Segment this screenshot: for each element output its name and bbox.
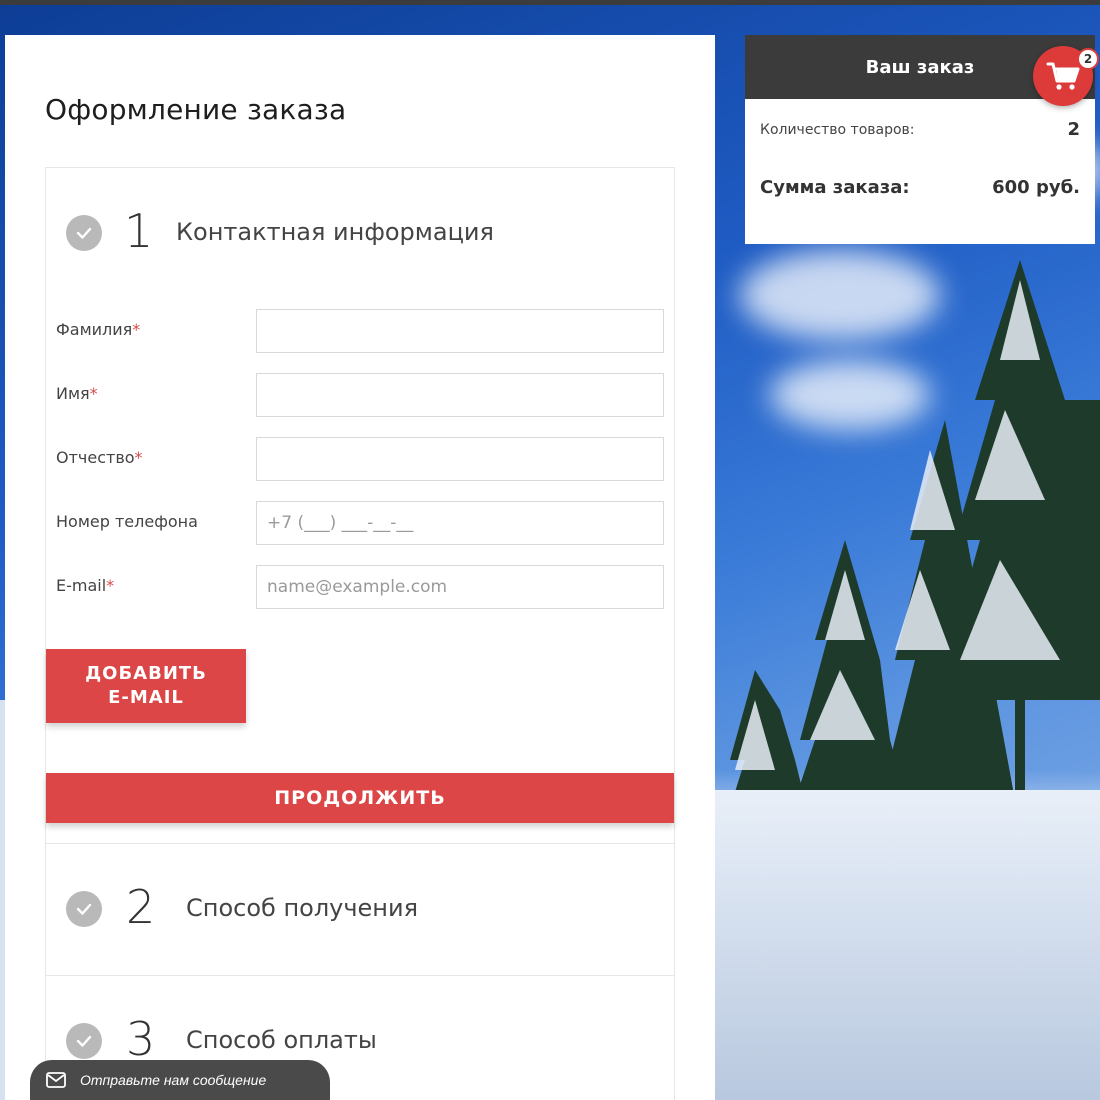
cart-icon bbox=[1046, 62, 1080, 90]
step-divider bbox=[46, 843, 674, 844]
add-email-button[interactable]: ДОБАВИТЬ E-MAIL bbox=[46, 649, 246, 723]
first-name-input[interactable] bbox=[256, 373, 664, 417]
order-sum-label: Сумма заказа: bbox=[760, 177, 910, 198]
envelope-icon bbox=[46, 1072, 66, 1088]
field-label: Номер телефона bbox=[56, 512, 198, 531]
cart-count-badge: 2 bbox=[1077, 48, 1099, 70]
top-bar bbox=[0, 0, 1100, 5]
background-snow-slope bbox=[715, 790, 1100, 1100]
continue-button[interactable]: ПРОДОЛЖИТЬ bbox=[46, 773, 674, 823]
order-qty-value: 2 bbox=[1067, 119, 1080, 140]
last-name-input[interactable] bbox=[256, 309, 664, 353]
step-title: Контактная информация bbox=[176, 218, 494, 246]
field-label: E-mail* bbox=[56, 576, 115, 595]
check-icon bbox=[66, 891, 102, 927]
phone-input[interactable] bbox=[256, 501, 664, 545]
field-label: Фамилия* bbox=[56, 320, 141, 339]
step-number: 3 bbox=[126, 1012, 156, 1066]
step-divider bbox=[46, 975, 674, 976]
check-icon bbox=[66, 1023, 102, 1059]
checkout-steps: 1 Контактная информация Фамилия* Имя* От… bbox=[45, 167, 675, 1100]
patronymic-input[interactable] bbox=[256, 437, 664, 481]
first-name-row: Имя* bbox=[56, 373, 664, 417]
field-label: Имя* bbox=[56, 384, 98, 403]
last-name-row: Фамилия* bbox=[56, 309, 664, 353]
order-sum-row: Сумма заказа: 600 руб. bbox=[760, 177, 1080, 198]
check-icon bbox=[66, 215, 102, 251]
step-2-header[interactable]: 2 Способ получения bbox=[46, 856, 674, 966]
page-title: Оформление заказа bbox=[45, 93, 347, 126]
order-sum-value: 600 руб. bbox=[992, 177, 1080, 198]
chat-label: Отправьте нам сообщение bbox=[80, 1072, 267, 1088]
step-number: 1 bbox=[124, 204, 154, 258]
patronymic-row: Отчество* bbox=[56, 437, 664, 481]
phone-row: Номер телефона bbox=[56, 501, 664, 545]
step-number: 2 bbox=[126, 880, 156, 934]
field-label: Отчество* bbox=[56, 448, 143, 467]
step-title: Способ оплаты bbox=[186, 1026, 377, 1054]
step-1-header[interactable]: 1 Контактная информация bbox=[46, 180, 674, 290]
step-title: Способ получения bbox=[186, 894, 419, 922]
checkout-card: Оформление заказа 1 Контактная информаци… bbox=[5, 35, 715, 1100]
order-qty-label: Количество товаров: bbox=[760, 121, 915, 138]
background-trees bbox=[720, 260, 1100, 840]
chat-widget[interactable]: Отправьте нам сообщение bbox=[30, 1060, 330, 1100]
email-input[interactable] bbox=[256, 565, 664, 609]
order-qty-row: Количество товаров: 2 bbox=[760, 119, 1080, 140]
email-row: E-mail* bbox=[56, 565, 664, 609]
